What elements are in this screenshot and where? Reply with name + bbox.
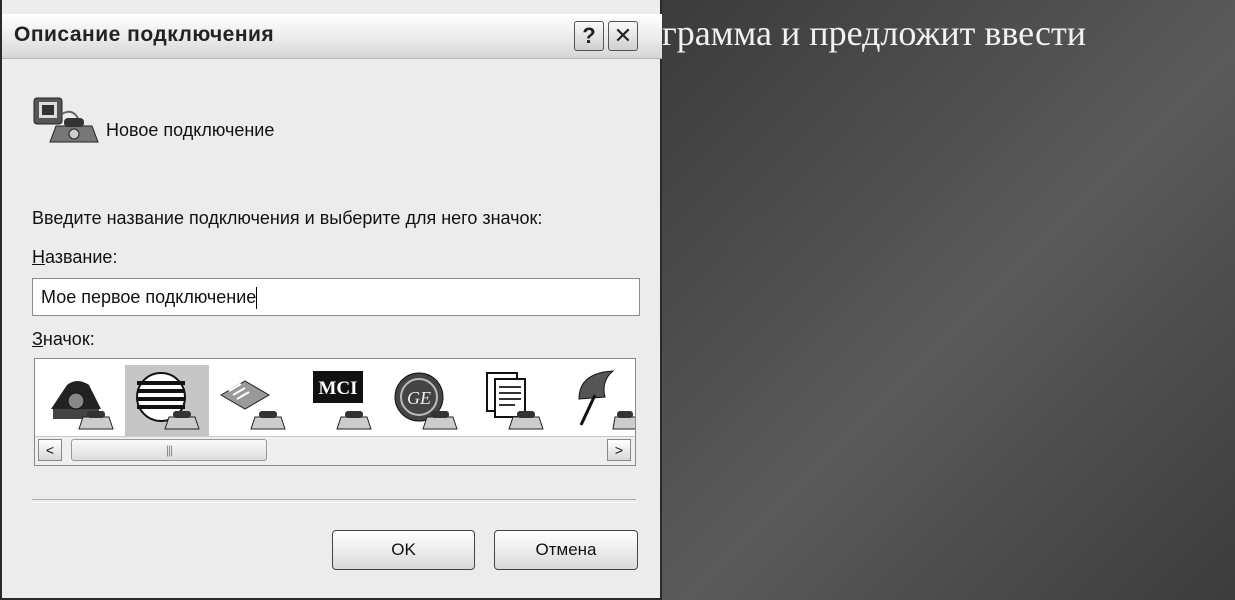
close-button[interactable]: ✕	[608, 21, 638, 51]
mci-icon-text: MCI	[318, 378, 357, 399]
icon-option-mci[interactable]: MCI	[297, 365, 381, 437]
cancel-button[interactable]: Отмена	[494, 530, 638, 570]
scroll-thumb[interactable]: |||	[71, 439, 267, 461]
text-caret	[256, 287, 258, 310]
connection-description-dialog: Описание подключения ? ✕ Новое подключен…	[0, 0, 662, 600]
title-bar: Описание подключения ? ✕	[2, 14, 662, 59]
ok-button[interactable]: OK	[332, 530, 475, 570]
connection-name: Новое подключение	[106, 120, 275, 140]
help-button[interactable]: ?	[574, 21, 604, 51]
icon-option-ge[interactable]: GE	[383, 365, 467, 437]
icon-list[interactable]: MCI GE < ||| >	[34, 358, 636, 466]
icon-option-umbrella[interactable]	[555, 365, 635, 437]
documents-icon	[486, 372, 544, 430]
icon-option-documents[interactable]	[469, 365, 553, 437]
name-input-value: Мое первое подключение	[41, 287, 257, 307]
scroll-right-button[interactable]: >	[607, 439, 631, 461]
ge-icon-text: GE	[407, 388, 431, 408]
phone-icon	[51, 381, 114, 430]
horizontal-scrollbar[interactable]: < ||| >	[35, 436, 635, 465]
scroll-left-button[interactable]: <	[38, 439, 62, 461]
globe-icon	[136, 372, 200, 430]
icon-label: Значок:	[32, 329, 95, 350]
ge-icon: GE	[394, 372, 458, 430]
icon-option-fax[interactable]	[211, 365, 295, 437]
slide-text: грамма и предложит ввести	[662, 13, 1086, 53]
name-label: Название:	[32, 247, 117, 268]
prompt-text: Введите название подключения и выберите …	[32, 208, 543, 228]
icon-label-rest: начок:	[42, 329, 95, 349]
icon-option-phone[interactable]	[39, 365, 123, 437]
umbrella-icon	[578, 370, 635, 430]
dialog-title: Описание подключения	[14, 23, 275, 46]
name-input[interactable]: Мое первое подключение	[32, 278, 640, 316]
connection-icon	[33, 97, 99, 143]
fax-icon	[220, 380, 286, 430]
mci-icon: MCI	[313, 371, 372, 430]
icon-option-globe[interactable]	[125, 365, 209, 437]
name-label-hotkey: Н	[32, 247, 45, 267]
divider	[32, 499, 636, 503]
icon-label-hotkey: З	[32, 329, 43, 349]
name-label-rest: азвание:	[45, 247, 118, 267]
